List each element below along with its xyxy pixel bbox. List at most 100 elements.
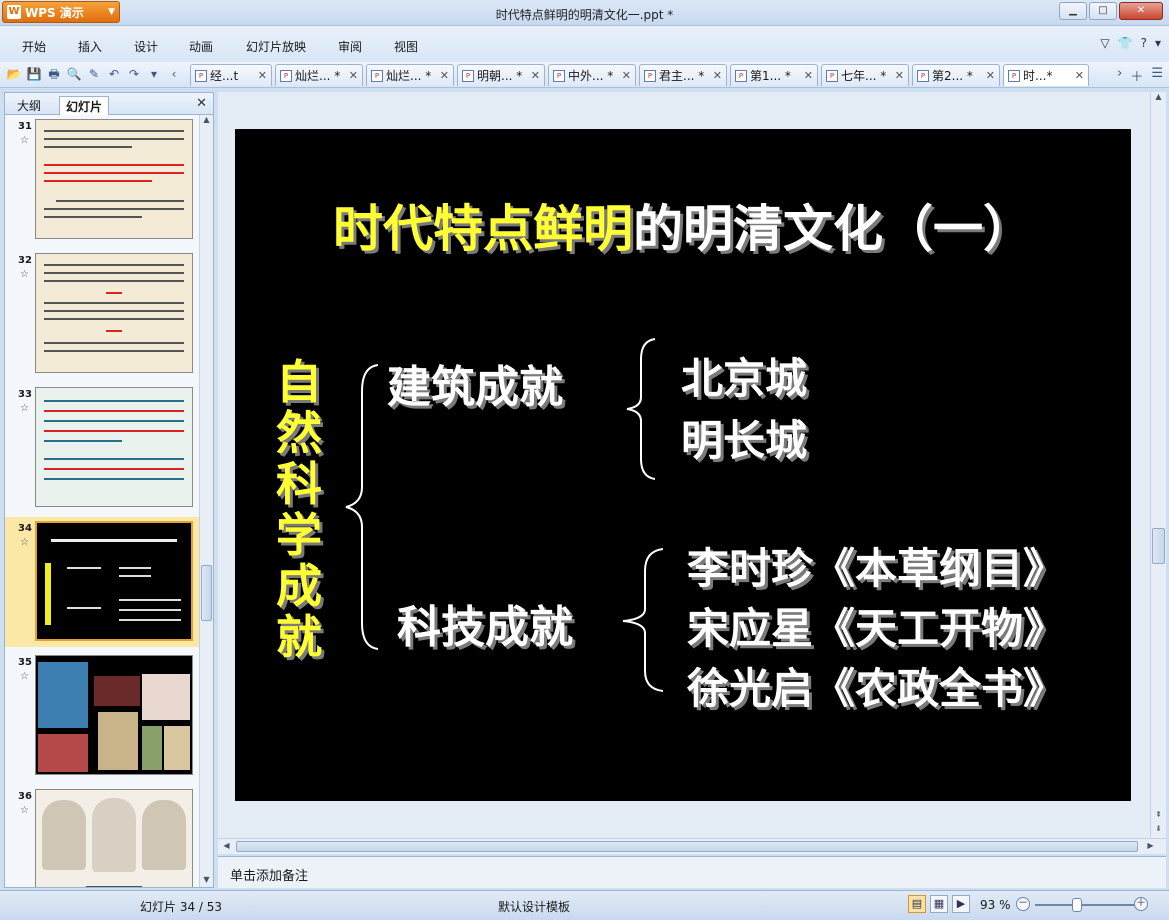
print-preview-icon[interactable]: 🔍 [66,66,82,82]
slide-sorter-view-icon[interactable]: ▦ [930,895,948,913]
menu-insert[interactable]: 插入 [78,38,102,55]
panel-close-icon[interactable]: ✕ [196,96,207,111]
maximize-button[interactable]: □ [1089,2,1117,20]
doc-tab-8[interactable]: P 七年... * ✕ [821,64,909,86]
slide-number: 33 [18,389,32,400]
architecture-item-greatwall[interactable]: 明长城 [681,407,807,468]
thumbnail-row[interactable]: 35 ☆ [5,651,201,781]
branch-technology[interactable]: 科技成就 [397,591,573,655]
architecture-item-beijing[interactable]: 北京城 [681,345,807,406]
edit-vertical-scrollbar[interactable]: ▲ ⇞ ⇟ [1150,92,1166,838]
ppt-file-icon: P [462,69,474,82]
architecture-brace [626,338,656,480]
tab-close-icon[interactable]: ✕ [622,69,631,82]
menu-design[interactable]: 设计 [134,38,158,55]
slide-thumbnail[interactable] [35,253,193,373]
thumbnail-row-selected[interactable]: 34 ☆ [5,517,201,647]
zoom-out-icon[interactable]: － [1016,897,1030,911]
tab-close-icon[interactable]: ✕ [804,69,813,82]
slideshow-view-icon[interactable]: ▶ [952,895,970,913]
skin-icon[interactable]: 👕 [1118,36,1133,50]
undo-icon[interactable]: ↶ [106,66,122,82]
doc-tab-9[interactable]: P 第2... * ✕ [912,64,1000,86]
tab-slides[interactable]: 幻灯片 [59,96,110,116]
tab-close-icon[interactable]: ✕ [258,69,267,82]
zoom-slider-track[interactable] [1035,904,1135,906]
tab-scroll-right-icon[interactable]: › [1117,66,1122,85]
animation-star-icon: ☆ [20,805,29,816]
branch-architecture[interactable]: 建筑成就 [387,351,563,415]
scroll-up-icon[interactable]: ▲ [200,115,213,127]
tab-close-icon[interactable]: ✕ [713,69,722,82]
doc-tab-10-active[interactable]: P 时...* ✕ [1003,64,1089,86]
scrollbar-thumb[interactable] [201,565,212,621]
notes-placeholder[interactable]: 单击添加备注 [230,865,308,884]
save-icon[interactable]: 💾 [26,66,42,82]
help-dropdown-icon[interactable]: ▾ [1155,36,1161,50]
scroll-left-icon[interactable]: ◀ [220,841,233,853]
slides-panel: 大纲 幻灯片 ✕ 31 ☆ 32 ☆ 33 ☆ 34 ☆ 35 ☆ 36 ☆ ▲… [4,92,214,888]
doc-tab-4[interactable]: P 明朝... * ✕ [457,64,545,86]
redo-icon[interactable]: ↷ [126,66,142,82]
tab-close-icon[interactable]: ✕ [895,69,904,82]
tab-list-icon[interactable]: ☰ [1151,66,1163,85]
scrollbar-thumb[interactable] [1152,528,1165,564]
notes-pane[interactable]: 单击添加备注 [218,856,1166,888]
menu-animation[interactable]: 动画 [189,38,213,55]
tab-close-icon[interactable]: ✕ [1075,69,1084,82]
tab-scroll-left-icon[interactable]: ‹ [166,66,182,82]
thumbnail-row[interactable]: 36 ☆ [5,785,201,887]
technology-item-bencao[interactable]: 李时珍《本草纲目》 [687,535,1065,596]
normal-view-icon[interactable]: ▤ [908,895,926,913]
menu-review[interactable]: 审阅 [338,38,362,55]
doc-tab-3[interactable]: P 灿烂... * ✕ [366,64,454,86]
slide-title[interactable]: 时代特点鲜明的明清文化（一） [235,189,1131,261]
tab-close-icon[interactable]: ✕ [531,69,540,82]
slide-thumbnail[interactable] [35,789,193,887]
print-icon[interactable]: 🖶 [46,66,62,82]
prev-slide-icon[interactable]: ⇞ [1151,810,1166,822]
zoom-in-icon[interactable]: ＋ [1134,897,1148,911]
format-painter-icon[interactable]: ✎ [86,66,102,82]
slide-canvas[interactable]: 时代特点鲜明的明清文化（一） 自然科学成就 建筑成就 科技成就 北京城 明长城 … [235,129,1131,801]
customize-toolbar-icon[interactable]: ▾ [146,66,162,82]
doc-tab-5[interactable]: P 中外... * ✕ [548,64,636,86]
scroll-up-icon[interactable]: ▲ [1151,92,1166,104]
menu-slideshow[interactable]: 幻灯片放映 [246,38,306,55]
menu-view[interactable]: 视图 [394,38,418,55]
tab-outline[interactable]: 大纲 [11,96,47,115]
edit-horizontal-scrollbar[interactable]: ◀ ▶ [218,838,1166,854]
scrollbar-thumb[interactable] [236,841,1138,852]
tab-close-icon[interactable]: ✕ [986,69,995,82]
next-slide-icon[interactable]: ⇟ [1151,824,1166,836]
slide-thumbnail[interactable] [35,387,193,507]
ribbon-collapse-icon[interactable]: ▽ [1100,36,1109,50]
thumbnail-row[interactable]: 31 ☆ [5,115,201,245]
zoom-slider-handle[interactable] [1072,898,1082,912]
doc-tab-2[interactable]: P 灿烂... * ✕ [275,64,363,86]
doc-tab-1[interactable]: P 经...t ✕ [190,64,272,86]
technology-item-nongzheng[interactable]: 徐光启《农政全书》 [687,655,1065,716]
slide-thumbnail[interactable] [35,521,193,641]
scroll-right-icon[interactable]: ▶ [1144,841,1157,853]
close-button[interactable]: ✕ [1119,2,1163,20]
scroll-down-icon[interactable]: ▼ [200,875,213,887]
doc-tab-6[interactable]: P 君主... * ✕ [639,64,727,86]
technology-item-tiangong[interactable]: 宋应星《天工开物》 [687,595,1065,656]
slide-title-rest: 的明清文化（一） [633,199,1033,258]
open-folder-icon[interactable]: 📂 [6,66,22,82]
ppt-file-icon: P [553,69,565,82]
thumbnail-scrollbar[interactable]: ▲ ▼ [199,115,213,887]
slide-thumbnail[interactable] [35,119,193,239]
tab-close-icon[interactable]: ✕ [440,69,449,82]
slide-thumbnail[interactable] [35,655,193,775]
tab-close-icon[interactable]: ✕ [349,69,358,82]
thumbnail-row[interactable]: 32 ☆ [5,249,201,379]
minimize-button[interactable]: ▁ [1059,2,1087,20]
menu-home[interactable]: 开始 [22,38,46,55]
help-icon[interactable]: ? [1141,36,1147,50]
vertical-category-label[interactable]: 自然科学成就 [269,357,329,663]
doc-tab-7[interactable]: P 第1... * ✕ [730,64,818,86]
new-tab-icon[interactable]: ＋ [1130,66,1143,85]
thumbnail-row[interactable]: 33 ☆ [5,383,201,513]
